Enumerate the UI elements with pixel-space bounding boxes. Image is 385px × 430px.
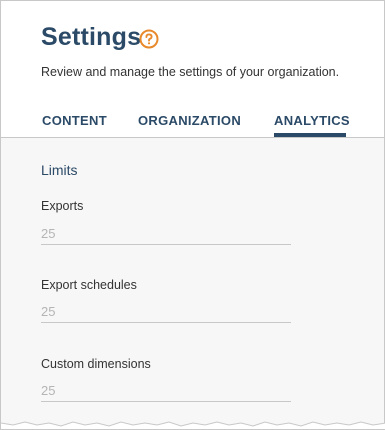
settings-header: Settings Review and manage the settings …	[1, 1, 384, 137]
export-schedules-label: Export schedules	[41, 278, 137, 292]
page-subtitle: Review and manage the settings of your o…	[41, 65, 340, 79]
page-title: Settings	[41, 23, 142, 51]
export-schedules-input[interactable]	[41, 300, 291, 323]
settings-panel: Settings Review and manage the settings …	[0, 0, 385, 430]
exports-label: Exports	[41, 199, 84, 213]
torn-edge-decoration	[1, 421, 385, 429]
limits-section: Limits Exports Export schedules Custom d…	[1, 138, 384, 429]
tab-analytics[interactable]: ANALYTICS	[274, 113, 350, 128]
tab-organization[interactable]: ORGANIZATION	[138, 113, 241, 128]
custom-dimensions-label: Custom dimensions	[41, 357, 151, 371]
section-title: Limits	[41, 162, 78, 178]
help-icon[interactable]	[139, 29, 159, 49]
custom-dimensions-input[interactable]	[41, 379, 291, 402]
tab-content[interactable]: CONTENT	[42, 113, 107, 128]
exports-input[interactable]	[41, 222, 291, 245]
